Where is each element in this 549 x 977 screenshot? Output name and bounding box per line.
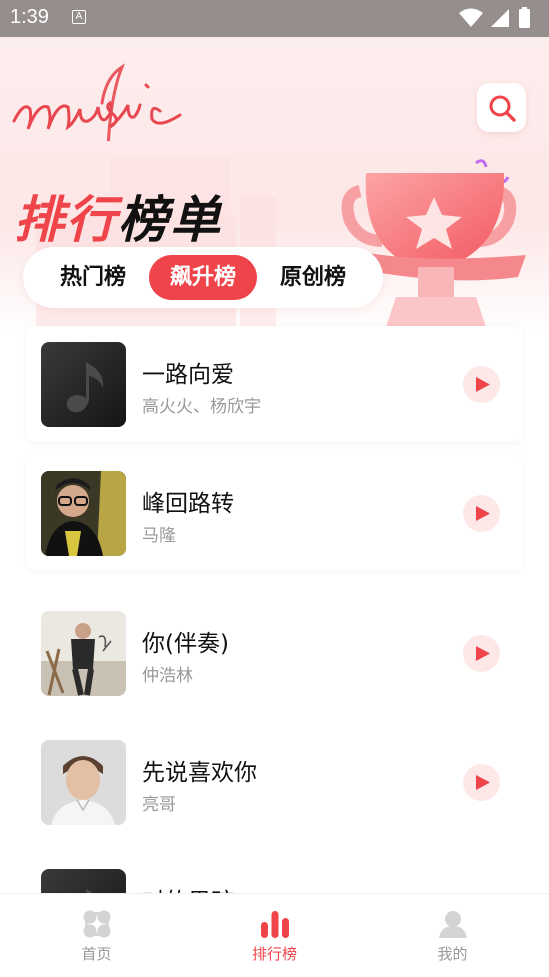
song-item[interactable]: 峰回路转 马隆 [26, 455, 523, 571]
status-bar: 1:39 A [0, 0, 549, 37]
album-art [41, 471, 126, 556]
battery-icon [519, 9, 530, 28]
song-title: 峰回路转 [142, 491, 234, 517]
play-button[interactable] [463, 635, 500, 672]
song-cover [41, 740, 126, 825]
song-item[interactable]: 先说喜欢你 亮哥 [26, 724, 523, 840]
song-cover [41, 342, 126, 427]
home-grid-icon [83, 910, 111, 938]
signal-icon [491, 9, 509, 27]
song-title: 先说喜欢你 [142, 760, 257, 786]
play-icon [476, 775, 490, 790]
play-icon [476, 377, 490, 392]
play-button[interactable] [463, 366, 500, 403]
play-icon [476, 646, 490, 661]
profile-icon [439, 911, 467, 938]
notification-icon: A [72, 10, 86, 24]
nav-label: 我的 [437, 945, 468, 963]
nav-home[interactable]: 首页 [5, 894, 188, 977]
system-status-icons [459, 7, 530, 28]
search-button[interactable] [477, 83, 526, 132]
chart-bars-icon [261, 911, 289, 938]
tab-original-chart[interactable]: 原创榜 [261, 255, 365, 300]
page-title-red: 排行 [14, 191, 118, 249]
status-time: 1:39 [10, 6, 49, 28]
play-button[interactable] [463, 764, 500, 801]
music-note-icon [66, 362, 104, 413]
tab-rising-chart[interactable]: 飙升榜 [149, 255, 257, 300]
bottom-nav: 首页 排行榜 我的 [0, 893, 549, 977]
play-icon [476, 506, 490, 521]
song-cover [41, 611, 126, 696]
page-title: 排行榜单 [14, 195, 222, 245]
album-art [41, 740, 126, 825]
album-art [41, 611, 126, 696]
song-artist: 高火火、杨欣宇 [142, 397, 261, 417]
chart-tabs: 热门榜 飙升榜 原创榜 [23, 247, 383, 308]
song-artist: 马隆 [142, 526, 176, 546]
song-artist: 亮哥 [142, 795, 176, 815]
play-button[interactable] [463, 495, 500, 532]
nav-label: 排行榜 [251, 945, 297, 963]
song-title: 一路向爱 [142, 362, 234, 388]
page-title-black: 榜单 [118, 191, 222, 249]
wifi-icon [459, 8, 483, 27]
search-icon [489, 95, 516, 122]
nav-chart[interactable]: 排行榜 [183, 894, 366, 977]
trophy-icon [340, 159, 526, 327]
music-logo [12, 63, 182, 141]
song-artist: 仲浩林 [142, 666, 193, 686]
tab-hot-chart[interactable]: 热门榜 [41, 255, 145, 300]
nav-profile[interactable]: 我的 [361, 894, 544, 977]
nav-label: 首页 [81, 945, 112, 963]
song-item[interactable]: 你(伴奏) 仲浩林 [26, 595, 523, 711]
song-item[interactable]: 一路向爱 高火火、杨欣宇 [26, 326, 523, 442]
song-title: 你(伴奏) [142, 631, 229, 657]
song-cover [41, 471, 126, 556]
